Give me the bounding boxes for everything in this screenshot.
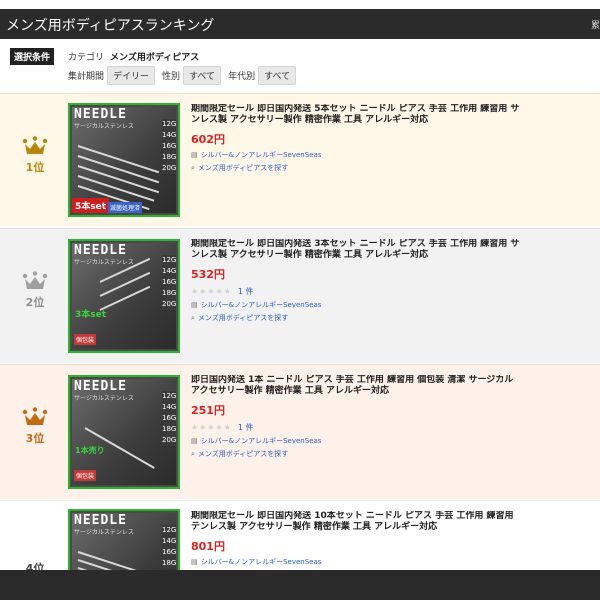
gold-crown-icon	[22, 136, 48, 154]
thumb-sizes: 12G 14G 16G 18G	[162, 525, 177, 569]
rank-block: 1位	[14, 136, 56, 175]
search-icon: ⌕	[191, 450, 195, 458]
thumb-badge-secondary: 個包装	[74, 470, 97, 481]
rank-block: 2位	[14, 271, 56, 310]
bottom-overlay-bar	[0, 570, 600, 600]
product-info: 期間限定セール 即日国内発送 5本セット ニードル ピアス 手芸 工作用 練習用…	[191, 104, 600, 173]
thumb-sizes: 12G 14G 16G 18G 20G	[162, 255, 177, 310]
shop-link[interactable]: ▤ シルバー&ノンアレルギーSevenSeas	[191, 150, 600, 160]
shop-link[interactable]: ▤ シルバー&ノンアレルギーSevenSeas	[191, 436, 600, 446]
period-label: 集計期間	[68, 72, 105, 82]
product-info: 期間限定セール 即日国内発送 3本セット ニードル ピアス 手芸 工作用 練習用…	[191, 239, 600, 323]
shop-link[interactable]: ▤ シルバー&ノンアレルギーSevenSeas	[191, 557, 600, 567]
thumb-subtitle: サージカルステンレス	[74, 123, 134, 130]
rating-stars[interactable]: ★★★★★ 1 件	[191, 422, 600, 433]
rank-block: 4位	[14, 557, 56, 570]
product-price: 251円	[191, 404, 225, 417]
product-thumbnail[interactable]: NEEDLE サージカルステンレス 12G 14G 16G 18G 20G 5本set …	[68, 103, 180, 217]
bronze-crown-icon	[22, 407, 48, 425]
ranking-item-4: 4位 NEEDLE サージカルステンレス 12G 14G 16G 18G 期間限定セー…	[0, 500, 600, 570]
search-icon: ⌕	[191, 164, 195, 172]
shop-icon: ▤	[191, 558, 198, 566]
category-label: カテゴリ	[68, 53, 105, 63]
thumb-brand-text: NEEDLE	[74, 513, 127, 528]
thumb-badge: 1本売り	[75, 446, 105, 455]
thumb-badge: 5本set	[72, 198, 110, 213]
ranking-item-2: 2位 NEEDLE サージカルステンレス 12G 14G 16G 18G 20G 3本s…	[0, 228, 600, 363]
thumb-sizes: 12G 14G 16G 18G 20G	[162, 391, 177, 446]
product-thumbnail[interactable]: NEEDLE サージカルステンレス 12G 14G 16G 18G	[68, 509, 180, 570]
thumb-subtitle: サージカルステンレス	[74, 529, 134, 536]
selection-badge: 選択条件	[10, 48, 55, 65]
category-value[interactable]: メンズ用ボディピアス	[110, 50, 199, 63]
ranking-page: メンズ用ボディピアスランキング 累 選択条件 カテゴリ メンズ用ボディピアス 集…	[0, 0, 600, 600]
product-name-link[interactable]: 即日国内発送 1本 ニードル ピアス 手芸 工作用 練習用 個包装 清潔 サージ…	[191, 375, 600, 399]
rating-stars[interactable]: ★★★★★ 1 件	[191, 286, 600, 297]
age-label: 年代別	[228, 72, 256, 82]
filter-conditions: 選択条件 カテゴリ メンズ用ボディピアス 集計期間 デイリー 性別 すべて 年代…	[0, 46, 600, 90]
shop-icon: ▤	[191, 301, 198, 309]
product-price: 801円	[191, 540, 225, 553]
thumb-brand-text: NEEDLE	[74, 243, 127, 258]
filter-row: 集計期間 デイリー 性別 すべて 年代別 すべて	[68, 66, 300, 85]
product-thumbnail[interactable]: NEEDLE サージカルステンレス 12G 14G 16G 18G 20G 1本売り 個…	[68, 375, 180, 489]
category-search-link[interactable]: ⌕ メンズ用ボディピアスを探す	[191, 313, 600, 323]
product-price: 602円	[191, 133, 225, 146]
thumb-badge-secondary: 個包装	[74, 334, 97, 345]
rank-block: 3位	[14, 407, 56, 446]
gender-chip[interactable]: すべて	[183, 66, 222, 85]
product-name-link[interactable]: 期間限定セール 即日国内発送 3本セット ニードル ピアス 手芸 工作用 練習用…	[191, 239, 600, 263]
review-count[interactable]: 1 件	[238, 287, 254, 296]
product-price: 532円	[191, 268, 225, 281]
ranking-item-1: 1位 NEEDLE サージカルステンレス 12G 14G 16G 18G 20G 5本s…	[0, 93, 600, 226]
shop-icon: ▤	[191, 151, 198, 159]
rank-label: 3位	[25, 432, 45, 445]
thumb-subtitle: サージカルステンレス	[74, 259, 134, 266]
product-name-link[interactable]: 期間限定セール 即日国内発送 10本セット ニードル ピアス 手芸 工作用 練習…	[191, 511, 600, 535]
thumb-sizes: 12G 14G 16G 18G 20G	[162, 119, 177, 174]
rank-label: 2位	[25, 296, 45, 309]
product-info: 期間限定セール 即日国内発送 10本セット ニードル ピアス 手芸 工作用 練習…	[191, 511, 600, 567]
ranking-item-3: 3位 NEEDLE サージカルステンレス 12G 14G 16G 18G 20G 1本売…	[0, 364, 600, 499]
product-name-link[interactable]: 期間限定セール 即日国内発送 5本セット ニードル ピアス 手芸 工作用 練習用…	[191, 104, 600, 128]
thumb-badge: 3本set	[75, 310, 107, 320]
product-info: 即日国内発送 1本 ニードル ピアス 手芸 工作用 練習用 個包装 清潔 サージ…	[191, 375, 600, 459]
product-thumbnail[interactable]: NEEDLE サージカルステンレス 12G 14G 16G 18G 20G 3本set …	[68, 239, 180, 353]
thumb-subtitle: サージカルステンレス	[74, 395, 134, 402]
review-count[interactable]: 1 件	[238, 423, 254, 432]
thumb-brand-text: NEEDLE	[74, 107, 127, 122]
age-chip[interactable]: すべて	[258, 66, 297, 85]
shop-link[interactable]: ▤ シルバー&ノンアレルギーSevenSeas	[191, 300, 600, 310]
category-search-link[interactable]: ⌕ メンズ用ボディピアスを探す	[191, 449, 600, 459]
page-title: メンズ用ボディピアスランキング	[6, 18, 215, 34]
thumb-brand-text: NEEDLE	[74, 379, 127, 394]
thumb-badge-secondary: 滅菌処理済	[108, 202, 143, 213]
header-right-fragment[interactable]: 累	[591, 18, 600, 31]
period-chip[interactable]: デイリー	[107, 66, 156, 85]
category-search-link[interactable]: ⌕ メンズ用ボディピアスを探す	[191, 163, 600, 173]
gender-label: 性別	[162, 72, 181, 82]
rank-label: 4位	[25, 562, 45, 570]
silver-crown-icon	[22, 271, 48, 289]
page-header: メンズ用ボディピアスランキング 累	[0, 9, 600, 39]
rank-label: 1位	[25, 161, 45, 174]
shop-icon: ▤	[191, 437, 198, 445]
search-icon: ⌕	[191, 314, 195, 322]
